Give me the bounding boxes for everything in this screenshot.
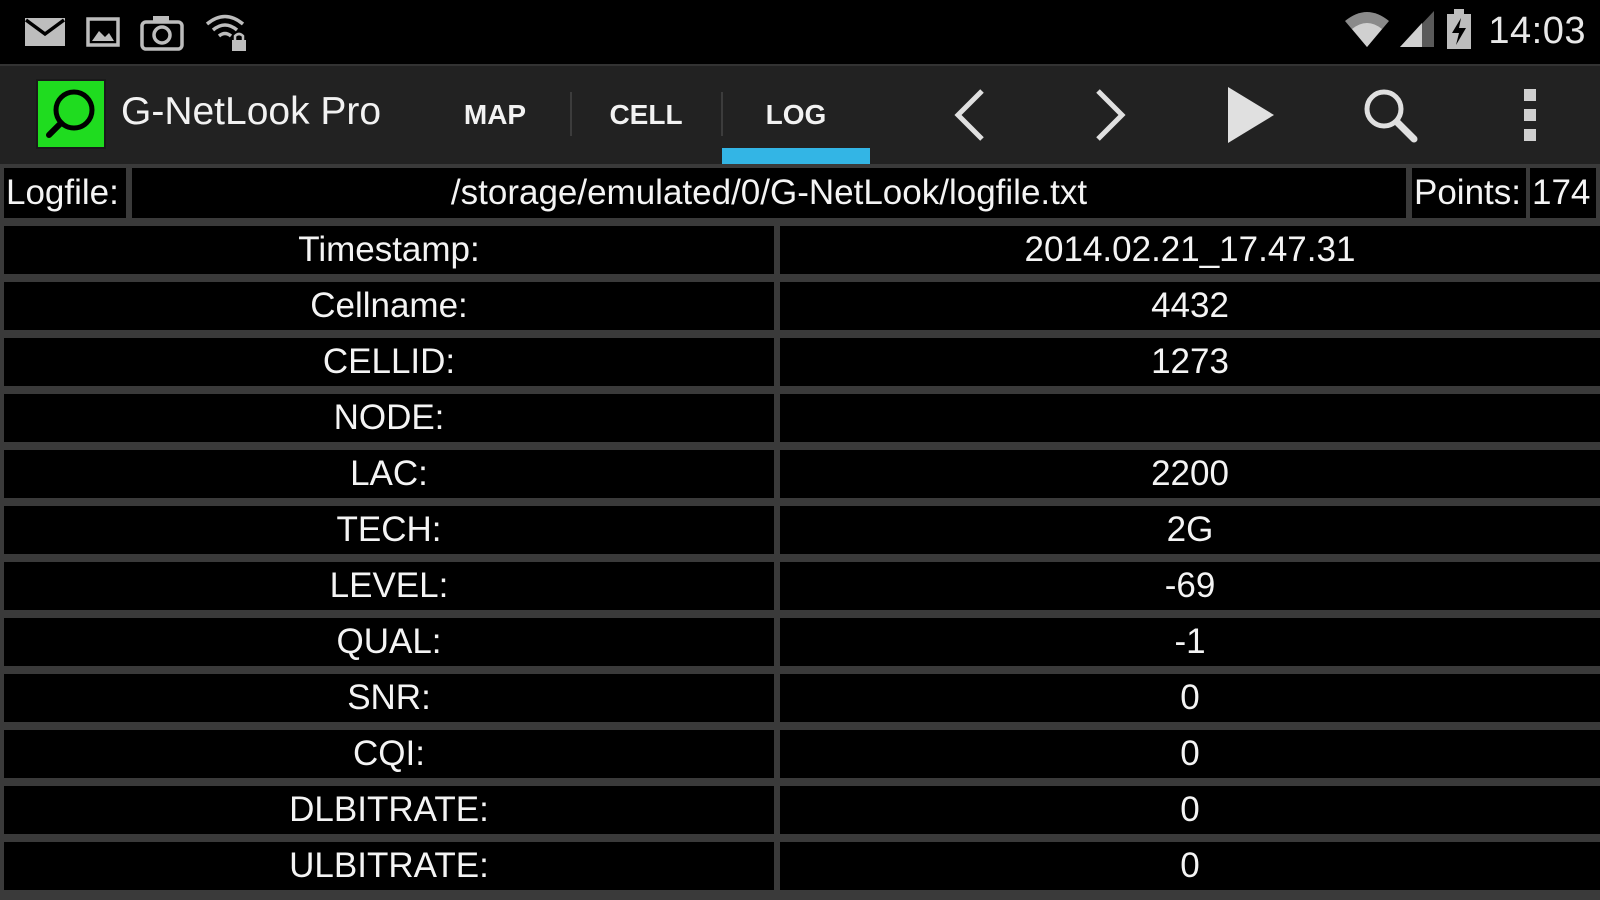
row-value: 0 (780, 730, 1600, 778)
logfile-row: Logfile: /storage/emulated/0/G-NetLook/l… (0, 164, 1600, 222)
mail-icon (24, 15, 66, 49)
row-value (780, 394, 1600, 442)
row-value: -1 (780, 618, 1600, 666)
search-icon (1360, 85, 1420, 145)
table-row: TECH: 2G (0, 502, 1600, 558)
row-value: 2G (780, 506, 1600, 554)
row-key: Cellname: (4, 282, 774, 330)
play-button[interactable] (1212, 66, 1288, 164)
table-row: LAC: 2200 (0, 446, 1600, 502)
previous-button[interactable] (935, 66, 1005, 164)
wifi-icon (1344, 9, 1390, 54)
previous-icon (952, 87, 988, 143)
table-row: LEVEL: -69 (0, 558, 1600, 614)
selected-tab-indicator (722, 148, 870, 164)
logfile-path[interactable]: /storage/emulated/0/G-NetLook/logfile.tx… (132, 168, 1406, 218)
row-key: ULBITRATE: (4, 842, 774, 890)
row-key: SNR: (4, 674, 774, 722)
wifi-lock-icon (204, 12, 250, 52)
tab-label: LOG (765, 99, 827, 130)
points-label: Points: (1412, 168, 1526, 218)
overflow-menu-icon (1522, 87, 1538, 143)
tab-map[interactable]: MAP (420, 66, 570, 164)
tab-label: CELL (609, 99, 683, 130)
points-value: 174 (1530, 168, 1596, 218)
table-row: CQI: 0 (0, 726, 1600, 782)
logfile-label: Logfile: (4, 168, 126, 218)
next-icon (1092, 87, 1128, 143)
row-key: LAC: (4, 450, 774, 498)
row-key: TECH: (4, 506, 774, 554)
row-value: 2200 (780, 450, 1600, 498)
overflow-menu-button[interactable] (1500, 66, 1560, 164)
table-row: SNR: 0 (0, 670, 1600, 726)
row-key: CQI: (4, 730, 774, 778)
row-key: CELLID: (4, 338, 774, 386)
row-value: 0 (780, 842, 1600, 890)
table-row: DLBITRATE: 0 (0, 782, 1600, 838)
gallery-icon (86, 15, 120, 49)
table-row: CELLID: 1273 (0, 334, 1600, 390)
cell-signal-icon (1398, 9, 1436, 54)
log-data-table: Timestamp: 2014.02.21_17.47.31 Cellname:… (0, 222, 1600, 900)
action-bar: G-NetLook Pro MAP CELL LOG (0, 64, 1600, 164)
row-value: 4432 (780, 282, 1600, 330)
notification-icons (24, 12, 250, 52)
row-key: QUAL: (4, 618, 774, 666)
row-value: -69 (780, 562, 1600, 610)
row-key: LEVEL: (4, 562, 774, 610)
battery-charging-icon (1444, 8, 1474, 55)
row-value: 0 (780, 786, 1600, 834)
next-button[interactable] (1075, 66, 1145, 164)
table-row: NODE: (0, 390, 1600, 446)
clock: 14:03 (1488, 10, 1586, 52)
tab-label: MAP (463, 99, 527, 130)
app-logo-icon[interactable] (36, 79, 106, 149)
camera-icon (140, 13, 184, 51)
row-key: DLBITRATE: (4, 786, 774, 834)
row-value: 1273 (780, 338, 1600, 386)
app-title: G-NetLook Pro (121, 90, 382, 133)
play-icon (1224, 85, 1276, 145)
table-row: QUAL: -1 (0, 614, 1600, 670)
row-value: 0 (780, 674, 1600, 722)
search-button[interactable] (1350, 66, 1430, 164)
table-row: Timestamp: 2014.02.21_17.47.31 (0, 222, 1600, 278)
status-bar: 14:03 (0, 0, 1600, 64)
system-status: 14:03 (1344, 8, 1586, 55)
table-row: ULBITRATE: 0 (0, 838, 1600, 894)
table-row: Cellname: 4432 (0, 278, 1600, 334)
row-key: NODE: (4, 394, 774, 442)
tab-cell[interactable]: CELL (570, 66, 722, 164)
row-value: 2014.02.21_17.47.31 (780, 226, 1600, 274)
row-key: Timestamp: (4, 226, 774, 274)
